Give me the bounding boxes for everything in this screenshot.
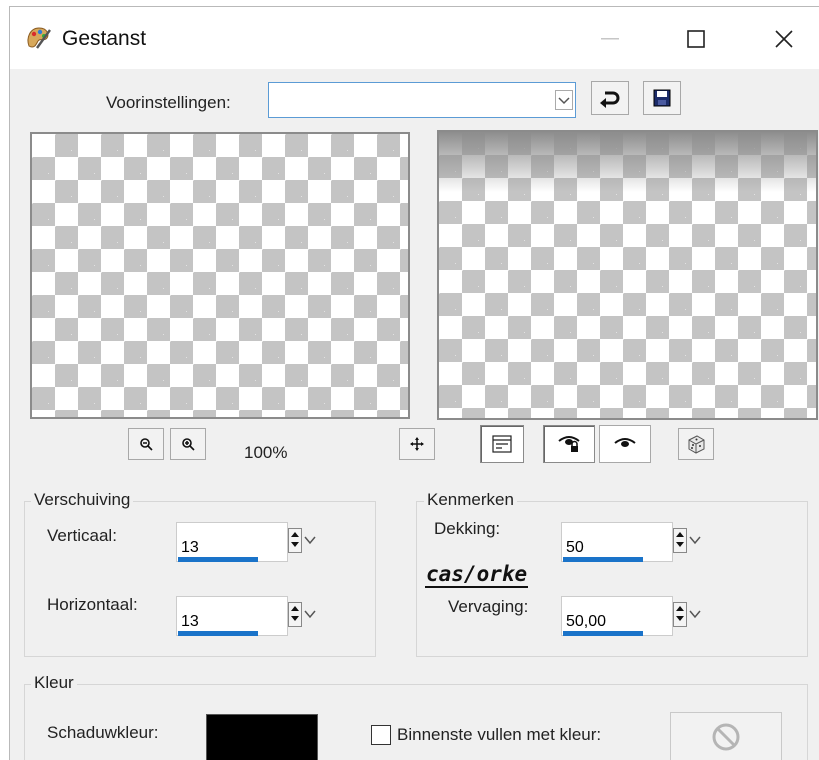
blur-label: Vervaging: bbox=[448, 597, 529, 616]
color-group-title: Kleur bbox=[31, 673, 77, 693]
opacity-slider-bar[interactable] bbox=[563, 557, 643, 562]
save-preset-button[interactable] bbox=[643, 81, 681, 115]
zoom-out-button[interactable] bbox=[128, 428, 164, 460]
offset-group-title: Verschuiving bbox=[31, 490, 134, 510]
presets-label: Voorinstellingen: bbox=[106, 93, 231, 112]
dice-icon bbox=[688, 435, 705, 454]
zoom-level: 100% bbox=[244, 443, 288, 462]
randomize-button[interactable] bbox=[678, 428, 714, 460]
maximize-icon bbox=[687, 30, 705, 48]
reset-preset-button[interactable] bbox=[591, 81, 629, 115]
opacity-input[interactable] bbox=[561, 522, 673, 562]
palette-icon bbox=[27, 27, 51, 49]
original-preview[interactable] bbox=[30, 132, 410, 419]
dialog-window: Gestanst Voorinstellingen: 100% Verschui… bbox=[9, 6, 819, 760]
close-button[interactable] bbox=[762, 21, 806, 57]
floppy-disk-icon bbox=[653, 89, 671, 107]
zoom-in-button[interactable] bbox=[170, 428, 206, 460]
opacity-label: Dekking: bbox=[434, 519, 501, 538]
pan-button[interactable] bbox=[399, 428, 435, 460]
shadow-gradient bbox=[439, 132, 816, 192]
maximize-button[interactable] bbox=[674, 21, 718, 57]
spin-arrows-icon[interactable] bbox=[673, 600, 703, 634]
result-preview[interactable] bbox=[437, 130, 818, 420]
move-icon bbox=[410, 437, 424, 451]
blur-input[interactable] bbox=[561, 596, 673, 636]
properties-group-title: Kenmerken bbox=[424, 490, 517, 510]
vertical-slider-bar[interactable] bbox=[178, 557, 258, 562]
zoom-in-icon bbox=[182, 438, 195, 451]
vertical-input[interactable] bbox=[176, 522, 288, 562]
close-icon bbox=[775, 30, 793, 48]
spin-arrows-icon[interactable] bbox=[673, 526, 703, 560]
spin-arrows-icon[interactable] bbox=[288, 526, 318, 560]
window-title: Gestanst bbox=[62, 27, 147, 50]
preview-on-image-toggle[interactable] bbox=[480, 425, 524, 463]
fill-color-swatch-disabled[interactable] bbox=[670, 712, 782, 760]
fill-inner-checkbox[interactable] bbox=[371, 725, 391, 745]
undo-arrow-icon bbox=[600, 91, 620, 108]
zoom-out-icon bbox=[140, 438, 153, 451]
window-icon bbox=[492, 435, 512, 453]
horizontal-input[interactable] bbox=[176, 596, 288, 636]
shadow-color-label: Schaduwkleur: bbox=[47, 723, 159, 742]
shadow-color-swatch[interactable] bbox=[206, 714, 318, 760]
chevron-down-icon bbox=[558, 97, 570, 105]
horizontal-label: Horizontaal: bbox=[47, 595, 138, 614]
svg-text:cas/orke: cas/orke bbox=[426, 562, 527, 586]
presets-dropdown[interactable] bbox=[268, 82, 576, 118]
minimize-button[interactable] bbox=[588, 21, 632, 57]
horizontal-slider-bar[interactable] bbox=[178, 631, 258, 636]
watermark-logo: cas/orke bbox=[425, 562, 528, 588]
proof-button[interactable] bbox=[599, 425, 651, 463]
eye-lock-icon bbox=[558, 436, 580, 452]
fill-inner-label: Binnenste vullen met kleur: bbox=[397, 725, 602, 744]
no-entry-icon bbox=[712, 723, 740, 751]
dropdown-arrow-button[interactable] bbox=[555, 90, 573, 110]
spin-arrows-icon[interactable] bbox=[288, 600, 318, 634]
eye-icon bbox=[614, 438, 636, 447]
vertical-label: Verticaal: bbox=[47, 526, 117, 545]
minimize-icon bbox=[601, 38, 619, 40]
title-bar[interactable]: Gestanst bbox=[10, 7, 819, 69]
auto-proof-toggle[interactable] bbox=[543, 425, 595, 463]
blur-slider-bar[interactable] bbox=[563, 631, 643, 636]
